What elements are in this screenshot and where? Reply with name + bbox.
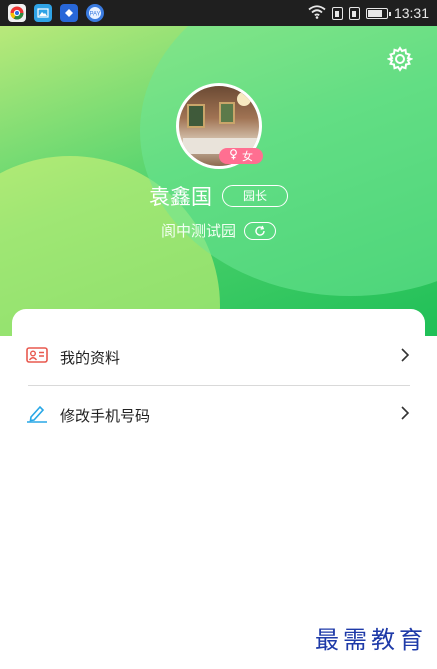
menu-card: 我的资料 修改手机号码 (12, 309, 425, 649)
menu-item-change-phone[interactable]: 修改手机号码 (26, 390, 410, 440)
female-symbol-icon (229, 149, 238, 163)
name-row: 袁鑫国 园长 (0, 181, 437, 211)
settings-gear-icon[interactable] (386, 46, 414, 72)
svg-text:PAY: PAY (89, 12, 100, 18)
refresh-icon (255, 225, 265, 236)
profile-header: 女 袁鑫国 园长 阆中测试园 (0, 26, 437, 336)
gender-label: 女 (242, 150, 253, 163)
switch-school-button[interactable] (244, 221, 276, 240)
menu-divider (28, 385, 410, 386)
watermark: 最需教育 (315, 626, 427, 654)
pay-icon: PAY (86, 4, 104, 22)
profile-card-icon (26, 346, 48, 368)
school-row: 阆中测试园 (0, 220, 437, 241)
role-badge: 园长 (221, 185, 288, 207)
gender-badge: 女 (219, 148, 263, 164)
battery-icon (365, 7, 391, 19)
system-status: 13:31 (308, 4, 429, 22)
menu-label-my-profile: 我的资料 (60, 348, 121, 367)
chrome-icon (8, 4, 26, 22)
status-bar: PAY 13:31 (0, 0, 437, 26)
notification-icons: PAY (8, 4, 104, 22)
chevron-right-icon (400, 405, 410, 425)
clock: 13:31 (393, 5, 429, 21)
sim1-icon (331, 6, 343, 20)
wifi-icon (308, 4, 326, 22)
vpn-icon (60, 4, 78, 22)
menu-label-change-phone: 修改手机号码 (60, 406, 151, 425)
sim2-icon (348, 6, 360, 20)
gallery-icon (34, 4, 52, 22)
school-name: 阆中测试园 (160, 222, 236, 240)
menu-item-my-profile[interactable]: 我的资料 (26, 332, 410, 382)
chevron-right-icon (400, 347, 410, 367)
edit-pencil-icon (26, 403, 48, 427)
user-name: 袁鑫国 (148, 185, 212, 209)
